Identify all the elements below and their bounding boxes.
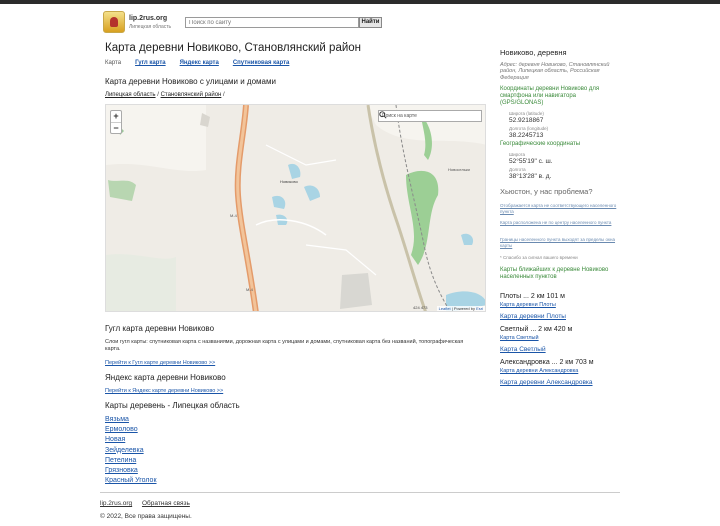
footer-home-link[interactable]: lip.2rus.org — [100, 500, 132, 507]
map-zoom-control: + − — [110, 110, 122, 134]
map-label-road-2: M-4 — [246, 287, 254, 292]
tab-yandex-map[interactable]: Яндекс карта — [180, 60, 219, 66]
village-link[interactable]: Красный Уголок — [105, 476, 157, 486]
village-link[interactable]: Петелина — [105, 456, 157, 466]
map-label-road-1: M-4 — [230, 213, 238, 218]
site-subtitle: Липецкая область — [129, 24, 172, 30]
map-label-east-village: Новосельки — [448, 167, 470, 172]
tab-google-map[interactable]: Гугл карта — [135, 60, 166, 66]
leaflet-link[interactable]: Leaflet — [439, 306, 451, 311]
sidebar-address: Адрес: деревня Новиково, Становлянский р… — [500, 62, 610, 81]
village-link[interactable]: Зейделевка — [105, 446, 157, 456]
geo-lon-value: 38°13'28" в. д. — [509, 173, 552, 180]
villages-list: Вязьма Ермолово Новая Зейделевка Петелин… — [105, 415, 157, 486]
map-label-village: Новиково — [280, 179, 299, 184]
yandex-section-title: Яндекс карта деревни Новиково — [105, 373, 226, 382]
page-title: Карта деревни Новиково, Становлянский ра… — [105, 42, 362, 54]
geo-lat-value: 52°55'19" с. ш. — [509, 158, 553, 165]
map-search-input[interactable]: Поиск на карте — [378, 110, 482, 122]
map-scale: 424 473 — [413, 305, 428, 310]
nearby-place: Александровка ... 2 км 703 м — [500, 359, 594, 366]
lon-value: 38.2245713 — [509, 132, 544, 139]
google-section-title: Гугл карта деревни Новиково — [105, 324, 215, 333]
tab-satellite-map[interactable]: Спутниковая карта — [233, 60, 290, 66]
lon-label: Долгота (longitude) — [509, 126, 549, 131]
village-link[interactable]: Грязновка — [105, 466, 157, 476]
map-search-placeholder: Поиск на карте — [382, 113, 417, 119]
nearby-link-large[interactable]: Карта Светлый — [500, 346, 546, 353]
coords-title: Координаты деревни Новиково для смартфон… — [500, 86, 600, 106]
problem-link-offcenter[interactable]: Карта расположена не по центру населенно… — [500, 220, 618, 226]
site-logo[interactable] — [103, 11, 125, 33]
village-link[interactable]: Новая — [105, 435, 157, 445]
site-header: lip.2rus.org Липецкая область Найти — [100, 10, 620, 34]
footer-links: lip.2rus.org Обратная связь — [100, 500, 198, 507]
site-search-input[interactable] — [185, 17, 359, 28]
problem-link-bounds[interactable]: Границы населенного пункта выходят за пр… — [500, 237, 618, 248]
geo-lon-label: Долгота — [509, 167, 526, 172]
yandex-map-link[interactable]: Перейти к Яндекс карте деревни Новиково … — [105, 388, 223, 394]
breadcrumb-region[interactable]: Липецкая область — [105, 92, 156, 98]
attribution-separator: | Powered by — [450, 306, 477, 311]
problem-link-wrong[interactable]: Отображается карта не соответствующего н… — [500, 203, 618, 214]
village-link[interactable]: Вязьма — [105, 415, 157, 425]
village-link[interactable]: Ермолово — [105, 425, 157, 435]
nearby-title: Карты ближайших к деревне Новиково насел… — [500, 267, 609, 280]
nearby-link[interactable]: Карта деревни Александровка — [500, 368, 578, 374]
nearby-link[interactable]: Карта деревни Плоты — [500, 302, 556, 308]
geo-coords-title: Географические координаты — [500, 141, 581, 147]
nearby-place: Светлый ... 2 км 420 м — [500, 326, 573, 333]
geo-lat-label: Широта — [509, 152, 526, 157]
google-map-link[interactable]: Перейти к Гугл карте деревни Новиково >> — [105, 360, 215, 366]
footer-feedback-link[interactable]: Обратная связь — [142, 500, 190, 507]
breadcrumb-district[interactable]: Становлянский район — [161, 92, 222, 98]
esri-link[interactable]: Esri — [476, 306, 483, 311]
map-attribution: Leaflet | Powered by Esri — [436, 306, 485, 311]
site-name[interactable]: lip.2rus.org — [129, 15, 167, 22]
lat-value: 52.9218867 — [509, 117, 544, 124]
copyright: © 2022, Все права защищены. — [100, 513, 192, 520]
footer-divider — [100, 492, 620, 493]
zoom-out-button[interactable]: − — [111, 122, 121, 133]
nearby-place: Плоты ... 2 км 101 м — [500, 293, 565, 300]
map-subtitle: Карта деревни Новиково с улицами и домам… — [105, 77, 276, 86]
map-tabs: Карта Гугл карта Яндекс карта Спутникова… — [105, 60, 303, 66]
sidebar-title: Новиково, деревня — [500, 48, 567, 57]
zoom-in-button[interactable]: + — [111, 111, 121, 122]
nearby-link-large[interactable]: Карта деревни Плоты — [500, 313, 566, 320]
search-icon[interactable] — [379, 111, 387, 119]
site-search-button[interactable]: Найти — [359, 17, 382, 28]
lat-label: Широта (latitude) — [509, 111, 544, 116]
map-view[interactable]: Новиково M-4 M-4 Новосельки + − Поиск на… — [105, 104, 486, 312]
top-bar — [0, 0, 720, 4]
map-canvas[interactable]: Новиково M-4 M-4 Новосельки — [106, 105, 486, 312]
problem-title: Хьюстон, у нас проблема? — [500, 187, 593, 196]
nearby-link-large[interactable]: Карта деревни Александровка — [500, 379, 593, 386]
nearby-link[interactable]: Карта Светлый — [500, 335, 539, 341]
tab-map[interactable]: Карта — [105, 60, 121, 66]
google-section-text: Слои гугл карты: спутниковая карта с наз… — [105, 339, 464, 352]
problem-thanks: * Спасибо за сигнал вашего времени — [500, 255, 578, 260]
breadcrumb: Липецкая область / Становлянский район / — [105, 92, 225, 98]
villages-section-title: Карты деревень - Липецкая область — [105, 401, 240, 410]
